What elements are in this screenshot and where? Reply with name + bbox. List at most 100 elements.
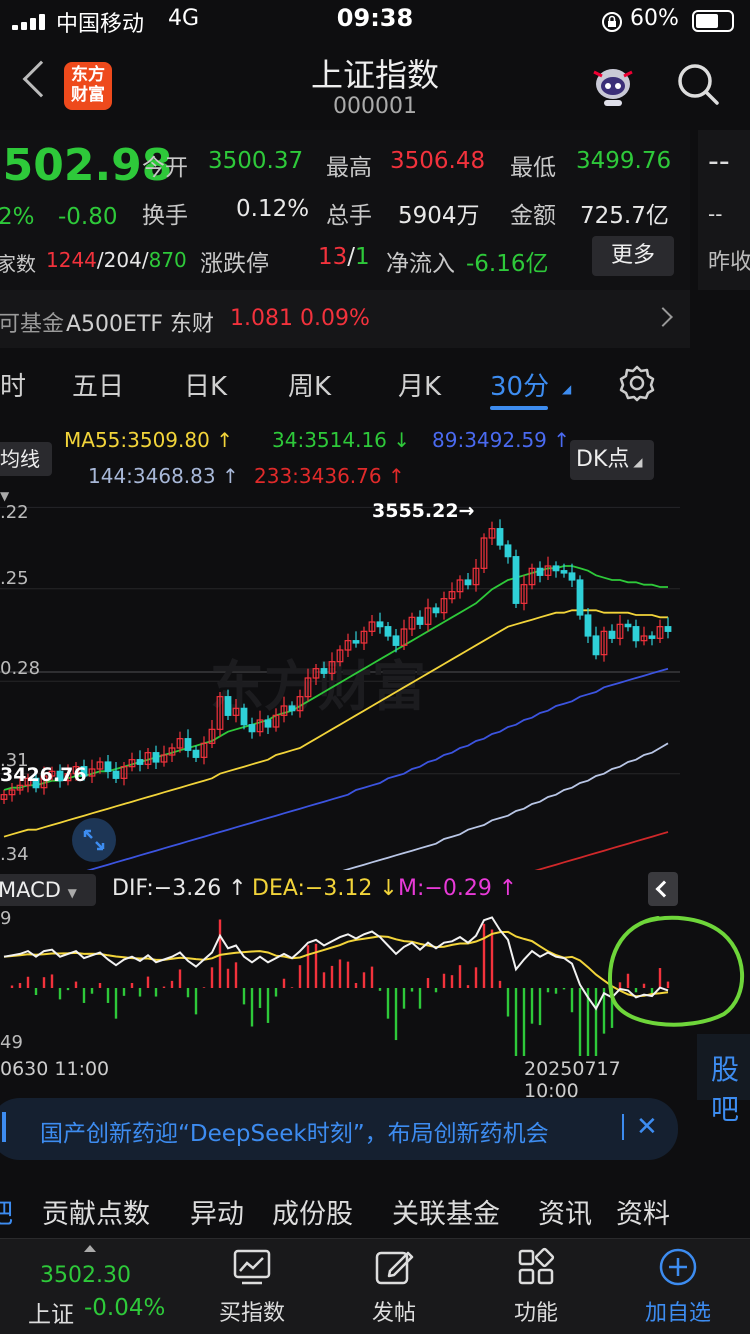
candle-body	[392, 635, 400, 646]
side-tab-guba[interactable]: 股吧	[697, 1034, 750, 1126]
candle-body	[264, 719, 272, 728]
period-tabs: 分时 五日 日K 周K 月K 30分 ◢	[0, 352, 690, 418]
more-button[interactable]: 更多	[592, 236, 674, 276]
news-divider	[622, 1114, 624, 1140]
add-watchlist-button[interactable]: 加自选	[608, 1239, 748, 1334]
battery-percent: 60%	[630, 6, 679, 31]
subtab-contribution[interactable]: 贡献点数	[42, 1192, 150, 1231]
subtab-news[interactable]: 资讯	[538, 1192, 592, 1231]
x-axis-dates: 0630 11:00 20250717 10:00	[0, 1056, 680, 1102]
subtab-constituents[interactable]: 成份股	[272, 1192, 353, 1231]
quote-panel: 3502.98 2% -0.80 今开 3500.37 最高 3506.48 最…	[0, 130, 690, 290]
y-tick-5: .34	[0, 844, 29, 865]
tab-intraday[interactable]: 分时	[0, 366, 26, 403]
subtab-related-funds[interactable]: 关联基金	[392, 1192, 500, 1231]
macd-dif: DIF:−3.26 ↑	[112, 876, 247, 901]
candle-body	[632, 626, 640, 642]
open-label: 今开	[142, 155, 188, 181]
tab-month-k[interactable]: 月K	[398, 366, 441, 403]
robot-assistant-icon[interactable]	[588, 62, 638, 108]
candle-body	[592, 635, 600, 656]
indicator-dropdown[interactable]: MACD ▼	[0, 874, 96, 906]
gear-icon[interactable]	[618, 364, 656, 402]
dk-point-button[interactable]: DK点 ◢	[570, 440, 654, 480]
high-annotation: 3555.22→	[372, 500, 475, 522]
fund-name: A500ETF 东财	[66, 312, 215, 337]
macd-legend: MACD ▼ DIF:−3.26 ↑ DEA:−3.12 ↓ M:−0.29 ↑	[0, 870, 680, 910]
candle-body	[560, 570, 568, 574]
bottom-sub-tabs: 吧 贡献点数 异动 成份股 关联基金 资讯 资料	[0, 1178, 750, 1238]
index-mini-quote[interactable]: 3502.30 上证 -0.04%	[0, 1239, 180, 1334]
subtab-movement[interactable]: 异动	[190, 1192, 244, 1231]
low-annotation: 3426.76	[0, 764, 87, 786]
candle-body	[536, 567, 544, 576]
ma-type-dropdown[interactable]: 均线 ▼	[0, 442, 52, 503]
date-start: 0630 11:00	[0, 1058, 110, 1080]
tab-week-k[interactable]: 周K	[288, 366, 331, 403]
close-icon[interactable]: ✕	[636, 1112, 658, 1142]
search-icon[interactable]	[676, 62, 720, 106]
expand-arrows-icon	[83, 829, 105, 851]
netflow-value: -6.16亿	[466, 251, 549, 277]
functions-button[interactable]: 功能	[466, 1239, 606, 1334]
candlestick-chart[interactable]: 东方财富	[0, 500, 680, 870]
candle-body	[136, 759, 144, 765]
ma34-label: 34:3514.16 ↓	[272, 428, 411, 452]
low-value: 3499.76	[576, 148, 672, 174]
candle-body	[352, 640, 360, 644]
candle-body	[224, 696, 232, 716]
ma233-label: 233:3436.76 ↑	[254, 464, 405, 488]
candle-body	[512, 556, 520, 604]
high-value: 3506.48	[390, 148, 486, 174]
candle-body	[416, 616, 424, 625]
candle-body	[240, 707, 248, 726]
y-tick-1: .22	[0, 502, 29, 523]
buy-index-button[interactable]: 买指数	[182, 1239, 322, 1334]
candle-body	[648, 635, 656, 639]
subtab-profile[interactable]: 资料	[616, 1192, 670, 1231]
ma89-label: 89:3492.59 ↑	[432, 428, 571, 452]
rotation-lock-icon	[602, 12, 622, 32]
candle-body	[568, 572, 576, 581]
candle-body	[584, 614, 592, 637]
battery-icon	[692, 10, 734, 32]
hand-drawn-circle-annotation	[608, 915, 745, 1027]
macd-y-top: 9	[0, 908, 12, 929]
tab-day-k[interactable]: 日K	[184, 366, 227, 403]
breadth-label: 家数	[0, 252, 36, 276]
chevron-left-icon	[655, 880, 673, 898]
related-fund-bar[interactable]: 可基金 A500ETF 东财 1.081 0.09%	[0, 290, 690, 348]
macd-chart[interactable]	[0, 908, 680, 1056]
ma-legend: 均线 ▼ MA55:3509.80 ↑ 34:3514.16 ↓ 89:3492…	[0, 418, 690, 503]
turnover-label: 换手	[142, 203, 188, 229]
active-tab-indicator	[490, 406, 548, 410]
news-banner[interactable]: 国产创新药迎“DeepSeek时刻”，布局创新药机会 ✕	[0, 1098, 678, 1160]
candle-body	[384, 626, 392, 637]
candle-body	[664, 626, 672, 632]
candle-body	[608, 630, 616, 639]
breadth-values: 1244/204/870	[46, 248, 187, 272]
ma55-line	[3, 609, 668, 838]
candle-body	[496, 528, 504, 546]
collapse-panel-button[interactable]	[648, 872, 678, 906]
tab-30min[interactable]: 30分	[490, 366, 549, 403]
netflow-label: 净流入	[386, 251, 455, 277]
candle-body	[376, 621, 384, 628]
open-value: 3500.37	[208, 148, 304, 174]
post-button[interactable]: 发帖	[324, 1239, 464, 1334]
candle-body	[432, 607, 440, 614]
expand-chart-button[interactable]	[72, 818, 116, 862]
edit-icon	[375, 1251, 414, 1285]
y-tick-2: .25	[0, 568, 29, 589]
candle-body	[320, 668, 328, 674]
low-label: 最低	[510, 155, 556, 181]
fund-price: 1.081	[230, 306, 293, 331]
fund-prefix: 可基金	[0, 312, 65, 337]
subtab-guba[interactable]: 吧	[0, 1192, 13, 1231]
dropdown-triangle-icon: ◢	[562, 382, 572, 396]
tab-5day[interactable]: 五日	[72, 366, 124, 403]
plus-circle-icon	[659, 1248, 697, 1286]
candle-body	[624, 623, 632, 628]
status-bar: 中国移动 4G 09:38 60%	[0, 0, 750, 40]
candle-body	[184, 738, 192, 751]
